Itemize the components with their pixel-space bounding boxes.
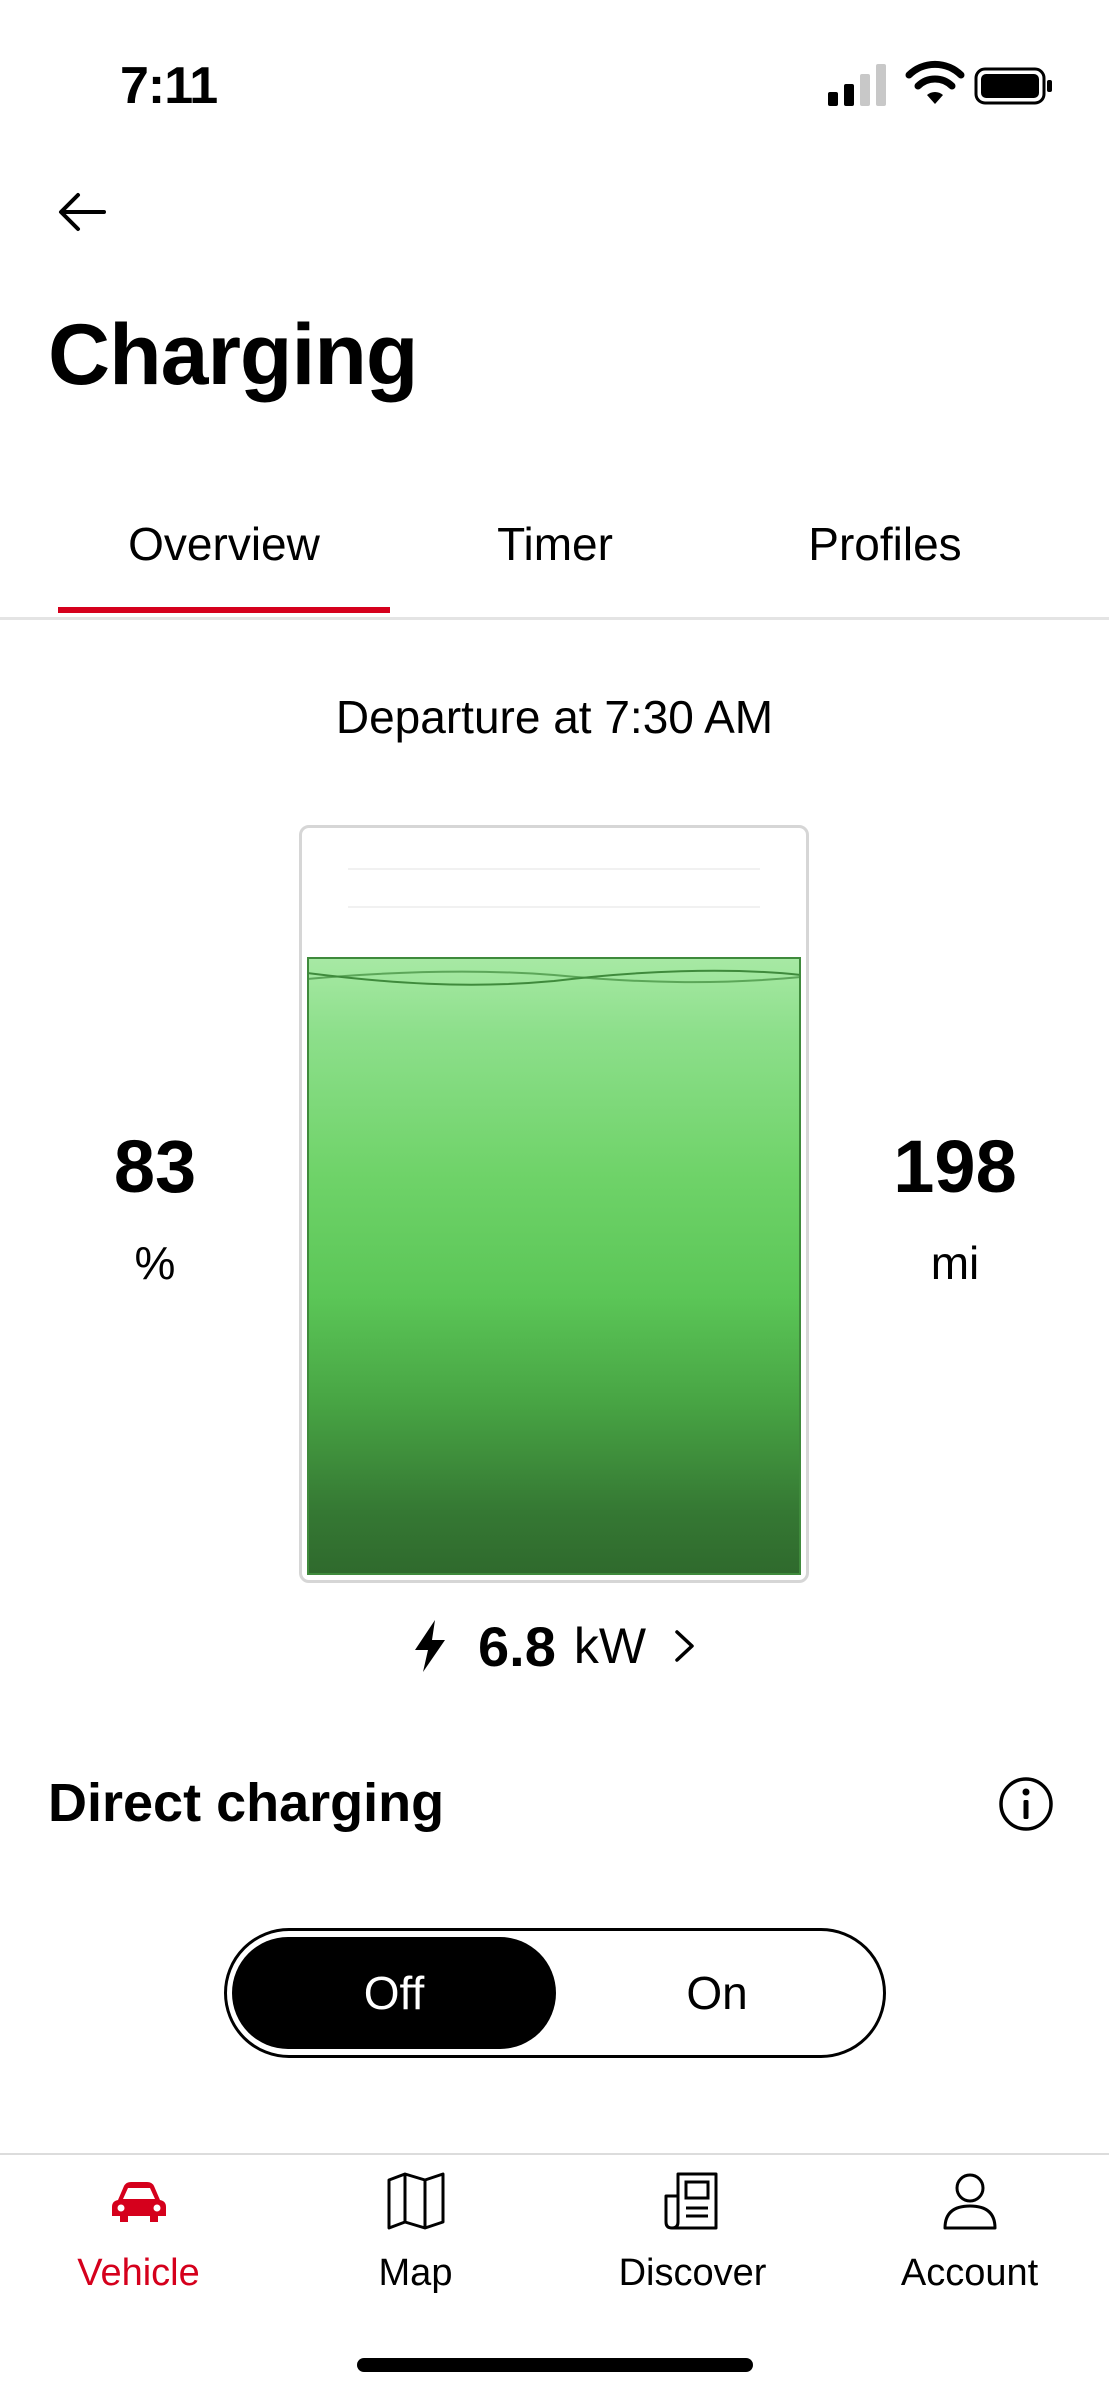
tab-profiles[interactable]: Profiles (720, 480, 1050, 608)
map-icon (387, 2172, 445, 2230)
tab-bar: Overview Timer Profiles (0, 480, 1109, 618)
charging-power-unit: kW (573, 1618, 647, 1674)
nav-vehicle-label: Vehicle (77, 2252, 200, 2294)
tabs-divider (0, 617, 1109, 620)
battery-gauge-line (348, 868, 760, 870)
tab-overview[interactable]: Overview (58, 480, 390, 608)
departure-time: Departure at 7:30 AM (335, 691, 774, 743)
toggle-option-on[interactable]: On (556, 1937, 878, 2049)
lightning-bolt-icon (415, 1620, 445, 1672)
back-arrow-icon[interactable] (52, 180, 116, 244)
page-title: Charging (48, 307, 418, 403)
nav-discover-label: Discover (618, 2252, 767, 2294)
info-icon[interactable] (998, 1776, 1054, 1832)
nav-account-label: Account (900, 2252, 1039, 2294)
nav-discover[interactable]: Discover (554, 2160, 831, 2300)
range-value: 198 (893, 1125, 1017, 1208)
charging-power-value: 6.8 (478, 1614, 556, 1678)
nav-map-label: Map (378, 2252, 453, 2294)
battery-fill-level (307, 957, 801, 1575)
bottom-nav-divider (0, 2153, 1109, 2155)
charging-power-button[interactable]: 6.8 kW (410, 1610, 698, 1682)
battery-fill-wave (307, 969, 801, 986)
state-of-charge-unit: % (134, 1237, 176, 1289)
home-indicator[interactable] (357, 2358, 753, 2372)
battery-gauge-line (348, 906, 760, 908)
cellular-signal-icon (828, 64, 886, 106)
nav-map[interactable]: Map (277, 2160, 554, 2300)
status-time: 7:11 (120, 57, 218, 115)
news-icon (664, 2172, 718, 2230)
car-icon (112, 2182, 166, 2222)
chevron-right-icon (675, 1630, 694, 1662)
range-unit: mi (930, 1237, 980, 1289)
active-tab-indicator (58, 607, 390, 613)
person-icon (943, 2173, 997, 2230)
direct-charging-label: Direct charging (48, 1773, 445, 1833)
tab-timer[interactable]: Timer (390, 480, 720, 608)
battery-icon (974, 67, 1052, 105)
nav-account[interactable]: Account (831, 2160, 1108, 2300)
state-of-charge-value: 83 (113, 1125, 197, 1208)
wifi-icon (905, 60, 965, 104)
toggle-option-off[interactable]: Off (232, 1937, 556, 2049)
nav-vehicle[interactable]: Vehicle (0, 2160, 277, 2300)
